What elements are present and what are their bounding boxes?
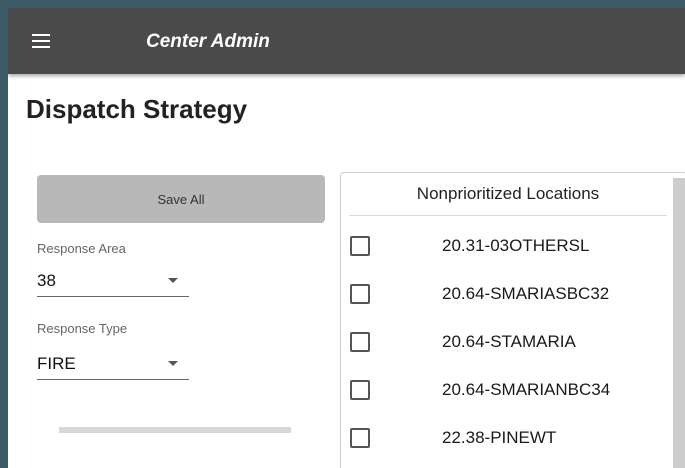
panel-header: Nonprioritized Locations: [349, 173, 667, 216]
app-title: Center Admin: [146, 31, 270, 52]
response-area-value: 38: [37, 271, 56, 290]
response-type-label: Response Type: [37, 321, 128, 336]
hamburger-menu-icon[interactable]: [32, 34, 50, 48]
list-item[interactable]: 20.31-03OTHERSL: [341, 223, 671, 271]
list-item[interactable]: 20.64-STAMARIA: [341, 319, 671, 367]
page-title: Dispatch Strategy: [26, 94, 248, 124]
list-item[interactable]: 20.64-SMARIANBC34: [341, 367, 671, 415]
location-checkbox[interactable]: [350, 332, 370, 352]
response-type-select[interactable]: FIRE: [37, 349, 189, 380]
location-checkbox[interactable]: [350, 428, 370, 448]
location-label: 20.64-SMARIASBC32: [442, 284, 610, 303]
response-area-label: Response Area: [37, 241, 126, 256]
caret-down-icon: [168, 361, 178, 366]
list-item[interactable]: 22.38-PINEWT: [341, 415, 671, 463]
save-all-button[interactable]: Save All: [37, 175, 325, 223]
location-label: 20.64-SMARIANBC34: [442, 380, 611, 399]
nonprioritized-locations-panel: Nonprioritized Locations 20.31-03OTHERSL…: [340, 172, 685, 468]
scrollbar[interactable]: [673, 178, 685, 468]
caret-down-icon: [168, 278, 178, 283]
location-label: 20.64-STAMARIA: [442, 332, 576, 351]
location-checkbox[interactable]: [350, 380, 370, 400]
location-label: 22.38-PINEWT: [442, 428, 557, 447]
progress-bar: [59, 427, 291, 433]
location-label: 20.31-03OTHERSL: [442, 236, 590, 255]
location-checkbox[interactable]: [350, 284, 370, 304]
app-bar: Center Admin: [8, 8, 685, 74]
response-area-select[interactable]: 38: [37, 266, 189, 297]
list-item[interactable]: 20.64-SMARIASBC32: [341, 271, 671, 319]
location-checkbox[interactable]: [350, 236, 370, 256]
response-type-value: FIRE: [37, 354, 76, 373]
app-window: Center Admin Dispatch Strategy Save All …: [8, 8, 685, 468]
